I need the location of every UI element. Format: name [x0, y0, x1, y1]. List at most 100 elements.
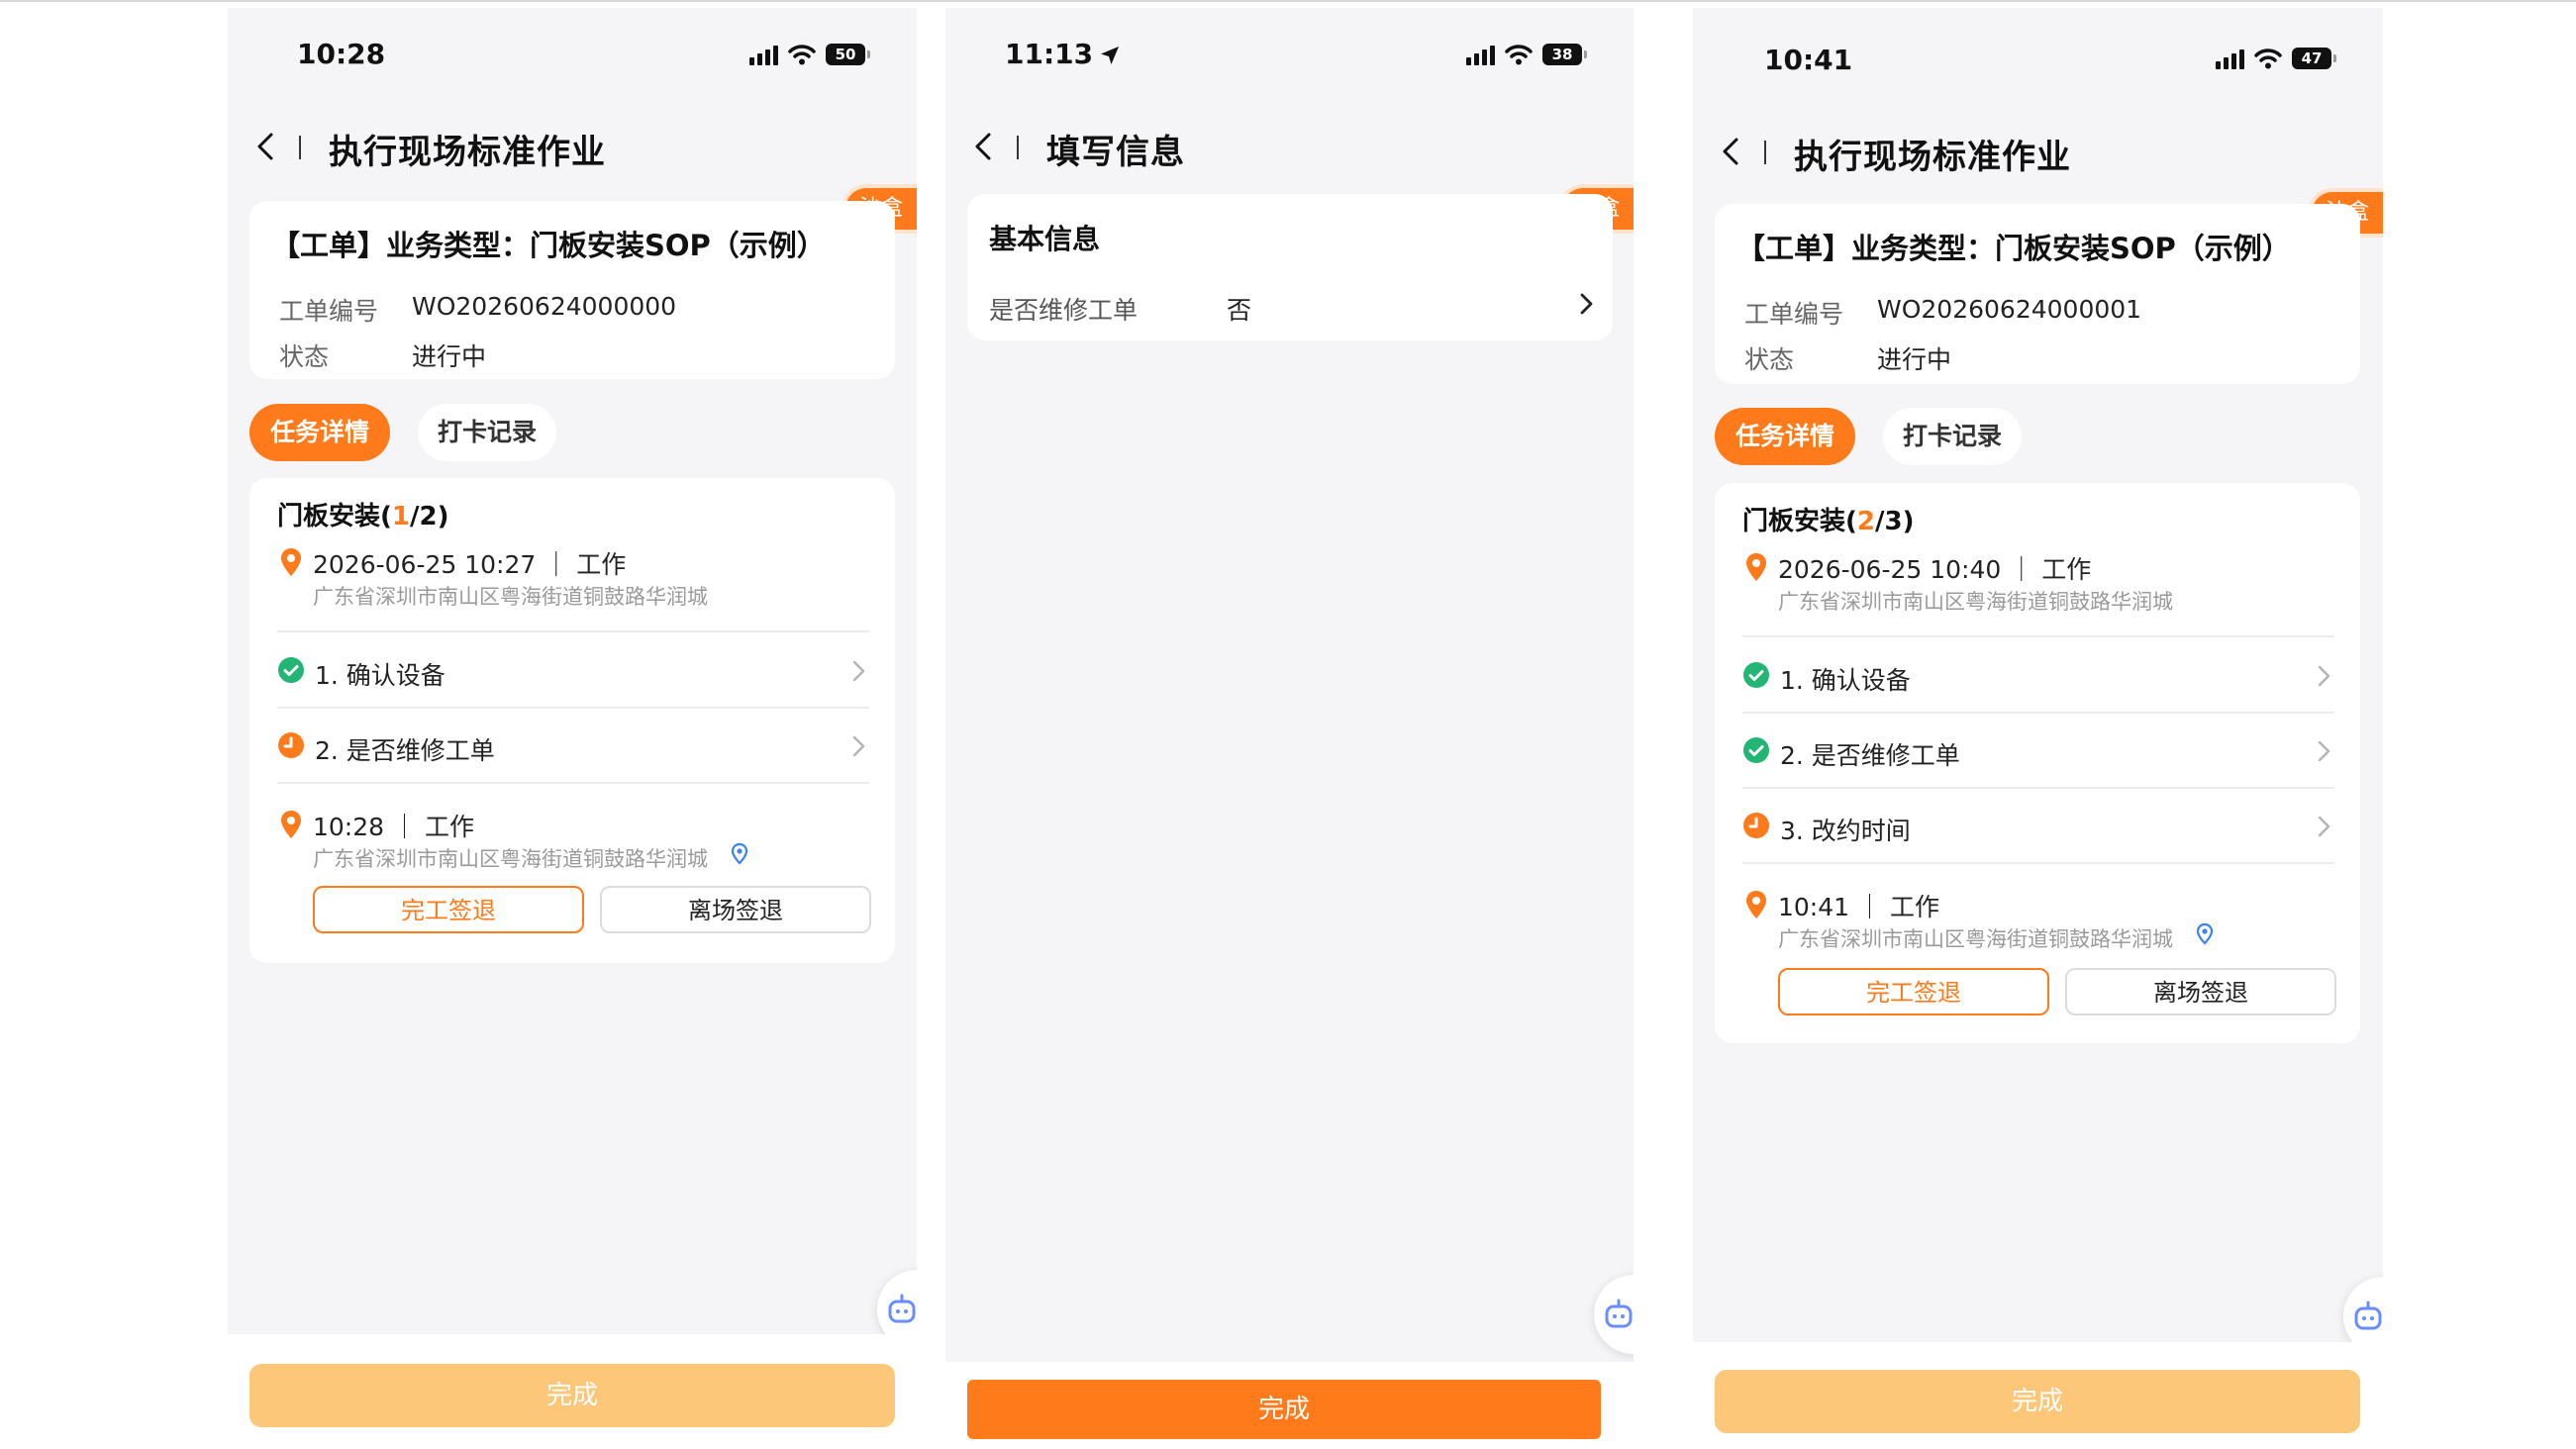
- order-number-row: 工单编号 WO20260624000001: [1744, 295, 2141, 331]
- location-arrow-icon: [1101, 47, 1120, 64]
- clock-icon: [1742, 812, 1770, 839]
- leave-checkout-button[interactable]: 离场签退: [2065, 968, 2336, 1015]
- clock-icon: [277, 731, 305, 759]
- page-title: 填写信息: [1046, 133, 1185, 172]
- step-label: 3. 改约时间: [1780, 817, 1911, 845]
- check-circle-icon: [1742, 736, 1770, 764]
- order-number-label: 工单编号: [1744, 300, 1844, 329]
- work-order-card: 【工单】业务类型：门板安装SOP（示例） 工单编号 WO202606240000…: [1715, 204, 2360, 384]
- back-icon[interactable]: [249, 130, 283, 163]
- order-number-label: 工单编号: [279, 297, 379, 326]
- nav-header: 执行现场标准作业: [1693, 117, 2383, 186]
- wifi-icon: [788, 45, 816, 65]
- nav-header: 填写信息: [945, 112, 1634, 181]
- assistant-float-button[interactable]: [1594, 1275, 1634, 1354]
- field-label: 是否维修工单: [989, 296, 1139, 325]
- tab-task-detail[interactable]: 任务详情: [1715, 408, 1855, 465]
- checkout-address: 广东省深圳市南山区粤海街道铜鼓路华润城: [1778, 927, 2173, 951]
- status-bar: 10:41 47: [1693, 8, 2383, 107]
- status-time: 11:13: [1005, 38, 1121, 70]
- back-icon[interactable]: [967, 130, 1001, 163]
- order-status-row: 状态 进行中: [279, 338, 486, 373]
- task-card: 门板安装(2/3) 2026-06-25 10:40 ｜ 工作 广东省深圳市南山…: [1715, 483, 2360, 1043]
- step-label: 1. 确认设备: [315, 661, 446, 690]
- tab-task-detail[interactable]: 任务详情: [249, 404, 390, 461]
- chevron-right-icon: [1577, 291, 1595, 317]
- checkout-address: 广东省深圳市南山区粤海街道铜鼓路华润城: [313, 847, 708, 871]
- header-separator: [1764, 141, 1766, 164]
- task-title: 门板安装(2/3): [1742, 507, 1915, 536]
- tab-checkin-record[interactable]: 打卡记录: [1883, 408, 2022, 465]
- signal-icon: [749, 44, 778, 65]
- task-progress-current: 1: [391, 502, 410, 531]
- divider: [277, 630, 869, 632]
- step-label: 1. 确认设备: [1780, 666, 1911, 695]
- work-order-title: 【工单】业务类型：门板安装SOP（示例）: [271, 229, 826, 262]
- order-status-row: 状态 进行中: [1744, 340, 1951, 376]
- leave-checkout-button[interactable]: 离场签退: [600, 886, 871, 933]
- assistant-bot-icon: [2354, 1301, 2382, 1330]
- divider: [277, 782, 869, 784]
- section-title: 基本信息: [989, 223, 1101, 255]
- done-button[interactable]: 完成: [1715, 1370, 2360, 1433]
- assistant-bot-icon: [888, 1294, 916, 1323]
- work-order-card: 【工单】业务类型：门板安装SOP（示例） 工单编号 WO202606240000…: [249, 201, 895, 379]
- signal-icon: [1466, 44, 1495, 65]
- phone-screen-3: 10:41 47 执行现场标准作业 沙盒 【工单】业务类型：门板安装SOP（示例…: [1693, 8, 2383, 1449]
- status-bar: 10:28 50: [228, 8, 917, 107]
- task-card: 门板安装(1/2) 2026-06-25 10:27 ｜ 工作 广东省深圳市南山…: [249, 478, 895, 963]
- order-status-label: 状态: [1744, 345, 1795, 374]
- phone-screen-2: 11:13 38 填写信息 沙盒 基本信息 是否维修工单 否 完成: [945, 8, 1634, 1449]
- wifi-icon: [1505, 45, 1533, 65]
- header-separator: [299, 136, 301, 159]
- signal-icon: [2216, 48, 2244, 69]
- divider: [1742, 635, 2334, 637]
- map-marker-icon[interactable]: [2195, 922, 2215, 946]
- location-pin-icon: [279, 547, 303, 577]
- checkin-address: 广东省深圳市南山区粤海街道铜鼓路华润城: [313, 585, 708, 609]
- divider: [1742, 862, 2334, 864]
- done-button[interactable]: 完成: [249, 1364, 895, 1427]
- assistant-bot-icon: [1605, 1299, 1633, 1328]
- divider: [277, 707, 869, 709]
- map-marker-icon[interactable]: [730, 842, 749, 866]
- back-icon[interactable]: [1715, 135, 1748, 168]
- wifi-icon: [2254, 48, 2282, 69]
- step-label: 2. 是否维修工单: [315, 736, 495, 765]
- order-number-row: 工单编号 WO20260624000000: [279, 292, 676, 328]
- done-button[interactable]: 完成: [967, 1380, 1601, 1439]
- order-number-value: WO20260624000001: [1877, 295, 2142, 324]
- task-title: 门板安装(1/2): [277, 502, 449, 531]
- check-circle-icon: [277, 656, 305, 684]
- chevron-right-icon: [2315, 814, 2332, 839]
- battery-icon: 38: [1542, 44, 1587, 65]
- order-status-value: 进行中: [1877, 345, 1952, 374]
- chevron-right-icon: [849, 733, 867, 759]
- location-pin-icon: [279, 810, 303, 839]
- bottom-bar: 完成: [228, 1334, 917, 1449]
- status-time: 10:41: [1764, 44, 1853, 76]
- battery-icon: 50: [826, 44, 870, 65]
- checkin-info: 2026-06-25 10:27 ｜ 工作: [313, 550, 627, 579]
- finish-checkout-button[interactable]: 完工签退: [1778, 968, 2049, 1015]
- nav-header: 执行现场标准作业: [228, 112, 917, 181]
- order-status-label: 状态: [279, 342, 330, 371]
- chevron-right-icon: [2315, 738, 2332, 764]
- step-label: 2. 是否维修工单: [1780, 741, 1960, 770]
- tab-checkin-record[interactable]: 打卡记录: [418, 404, 556, 461]
- divider: [1742, 787, 2334, 789]
- checkout-info: 10:28 ｜ 工作: [313, 813, 474, 841]
- location-pin-icon: [1744, 890, 1768, 919]
- checkin-info: 2026-06-25 10:40 ｜ 工作: [1778, 555, 2092, 584]
- work-order-title: 【工单】业务类型：门板安装SOP（示例）: [1736, 232, 2291, 265]
- field-value: 否: [1227, 296, 1252, 325]
- order-status-value: 进行中: [412, 342, 487, 371]
- location-pin-icon: [1744, 552, 1768, 582]
- checkout-info: 10:41 ｜ 工作: [1778, 893, 1939, 921]
- checkin-address: 广东省深圳市南山区粤海街道铜鼓路华润城: [1778, 590, 2173, 614]
- chevron-right-icon: [849, 658, 867, 684]
- chevron-right-icon: [2315, 663, 2332, 689]
- header-separator: [1017, 136, 1019, 159]
- finish-checkout-button[interactable]: 完工签退: [313, 886, 584, 933]
- top-divider: [0, 0, 2576, 2]
